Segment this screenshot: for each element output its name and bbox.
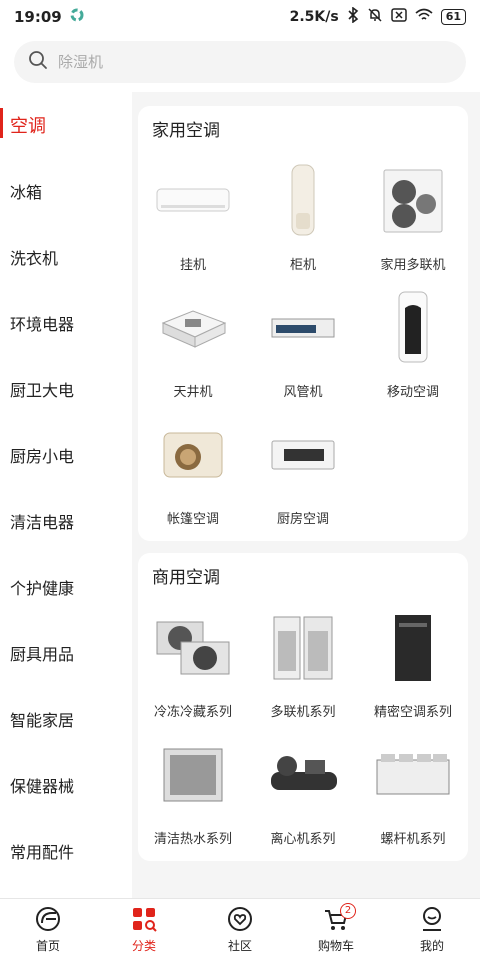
screw-chiller-icon (373, 736, 453, 814)
multi-split-icon (373, 162, 453, 240)
sidebar-item-cookware[interactable]: 厨具用品 (0, 620, 132, 686)
section-title: 商用空调 (152, 568, 220, 588)
category-label: 螺杆机系列 (380, 832, 446, 847)
category-tile[interactable]: 家用多联机 (358, 146, 468, 273)
community-heart-icon (228, 907, 252, 931)
category-tile[interactable]: 天井机 (138, 273, 248, 400)
category-tile[interactable]: 多联机系列 (248, 593, 358, 720)
category-label: 风管机 (283, 385, 323, 400)
category-tile[interactable]: 风管机 (248, 273, 358, 400)
sidebar-item-personal-care[interactable]: 个护健康 (0, 554, 132, 620)
tent-ac-icon (153, 416, 233, 494)
sim-off-icon (390, 8, 407, 26)
sidebar-item-air-conditioner[interactable]: 空调 (0, 92, 132, 158)
tab-label: 购物车 (317, 939, 354, 953)
category-tile[interactable]: 移动空调 (358, 273, 468, 400)
search-input[interactable] (58, 53, 438, 71)
search-bar (0, 34, 480, 92)
cassette-ac-icon (153, 289, 233, 367)
wall-ac-icon (153, 162, 233, 240)
sidebar-item-health-devices[interactable]: 保健器械 (0, 752, 132, 818)
tab-label: 分类 (131, 939, 156, 953)
section-home-ac: 家用空调 挂机 柜机 家用多联机 天井机 风管机 移动空调 帐篷空调 厨房空调 (138, 106, 468, 541)
sidebar-item-smart-home[interactable]: 智能家居 (0, 686, 132, 752)
category-tile[interactable]: 离心机系列 (248, 720, 358, 847)
bottom-tab-bar: 首页 分类 社区 2 购物车 我的 (0, 898, 480, 960)
status-time: 19:09 (14, 8, 62, 26)
floor-ac-icon (263, 162, 343, 240)
category-tile[interactable]: 精密空调系列 (358, 593, 468, 720)
status-bar: 19:09 2.5K/s 61 (0, 0, 480, 34)
search-icon (28, 50, 48, 74)
tab-cart[interactable]: 2 购物车 (288, 899, 384, 960)
centrifugal-chiller-icon (263, 736, 343, 814)
tab-label: 社区 (227, 939, 252, 953)
category-content: 家用空调 挂机 柜机 家用多联机 天井机 风管机 移动空调 帐篷空调 厨房空调 … (132, 92, 480, 898)
profile-icon (423, 907, 441, 931)
vrf-unit-icon (263, 609, 343, 687)
category-tile[interactable]: 厨房空调 (248, 400, 358, 527)
app-notification-icon (70, 8, 84, 26)
duct-ac-icon (263, 289, 343, 367)
category-label: 帐篷空调 (166, 512, 219, 527)
section-commercial-ac: 商用空调 冷冻冷藏系列 多联机系列 精密空调系列 清洁热水系列 离心机系列 螺杆… (138, 553, 468, 861)
category-label: 多联机系列 (270, 705, 336, 720)
category-tile[interactable]: 柜机 (248, 146, 358, 273)
refrigeration-unit-icon (153, 609, 233, 687)
tab-category[interactable]: 分类 (96, 899, 192, 960)
bluetooth-icon (347, 6, 359, 27)
wifi-icon (415, 8, 433, 26)
sidebar-item-washer[interactable]: 洗衣机 (0, 224, 132, 290)
battery-indicator: 61 (440, 9, 466, 25)
search-box[interactable] (14, 41, 466, 83)
sidebar-item-kitchen-bath-large[interactable]: 厨卫大电 (0, 356, 132, 422)
kitchen-ac-icon (263, 416, 343, 494)
category-tile[interactable]: 挂机 (138, 146, 248, 273)
category-label: 精密空调系列 (373, 705, 452, 720)
category-label: 离心机系列 (270, 832, 336, 847)
category-icon (133, 908, 157, 932)
tab-home[interactable]: 首页 (0, 899, 96, 960)
category-label: 柜机 (289, 258, 316, 273)
category-tile[interactable]: 冷冻冷藏系列 (138, 593, 248, 720)
precision-ac-icon (373, 609, 453, 687)
sidebar-item-environment[interactable]: 环境电器 (0, 290, 132, 356)
tab-label: 首页 (35, 939, 60, 953)
tab-community[interactable]: 社区 (192, 899, 288, 960)
category-label: 移动空调 (386, 385, 439, 400)
mute-bell-icon (367, 7, 383, 27)
sidebar-item-cleaning[interactable]: 清洁电器 (0, 488, 132, 554)
network-speed: 2.5K/s (289, 9, 339, 25)
cart-count-badge: 2 (340, 903, 356, 919)
category-tile[interactable]: 帐篷空调 (138, 400, 248, 527)
heat-pump-icon (153, 736, 233, 814)
category-label: 厨房空调 (276, 512, 329, 527)
home-icon (36, 907, 60, 931)
category-label: 天井机 (173, 385, 213, 400)
category-label: 冷冻冷藏系列 (153, 705, 232, 720)
sidebar-item-fridge[interactable]: 冰箱 (0, 158, 132, 224)
tab-mine[interactable]: 我的 (384, 899, 480, 960)
tab-label: 我的 (419, 939, 444, 953)
sidebar-item-accessories[interactable]: 常用配件 (0, 818, 132, 884)
sidebar-item-kitchen-small[interactable]: 厨房小电 (0, 422, 132, 488)
section-title: 家用空调 (152, 121, 220, 141)
category-tile[interactable]: 清洁热水系列 (138, 720, 248, 847)
category-label: 家用多联机 (380, 258, 446, 273)
category-tile[interactable]: 螺杆机系列 (358, 720, 468, 847)
category-label: 挂机 (179, 258, 206, 273)
portable-ac-icon (373, 289, 453, 367)
category-label: 清洁热水系列 (153, 832, 232, 847)
category-sidebar: 空调 冰箱 洗衣机 环境电器 厨卫大电 厨房小电 清洁电器 个护健康 厨具用品 … (0, 92, 132, 898)
